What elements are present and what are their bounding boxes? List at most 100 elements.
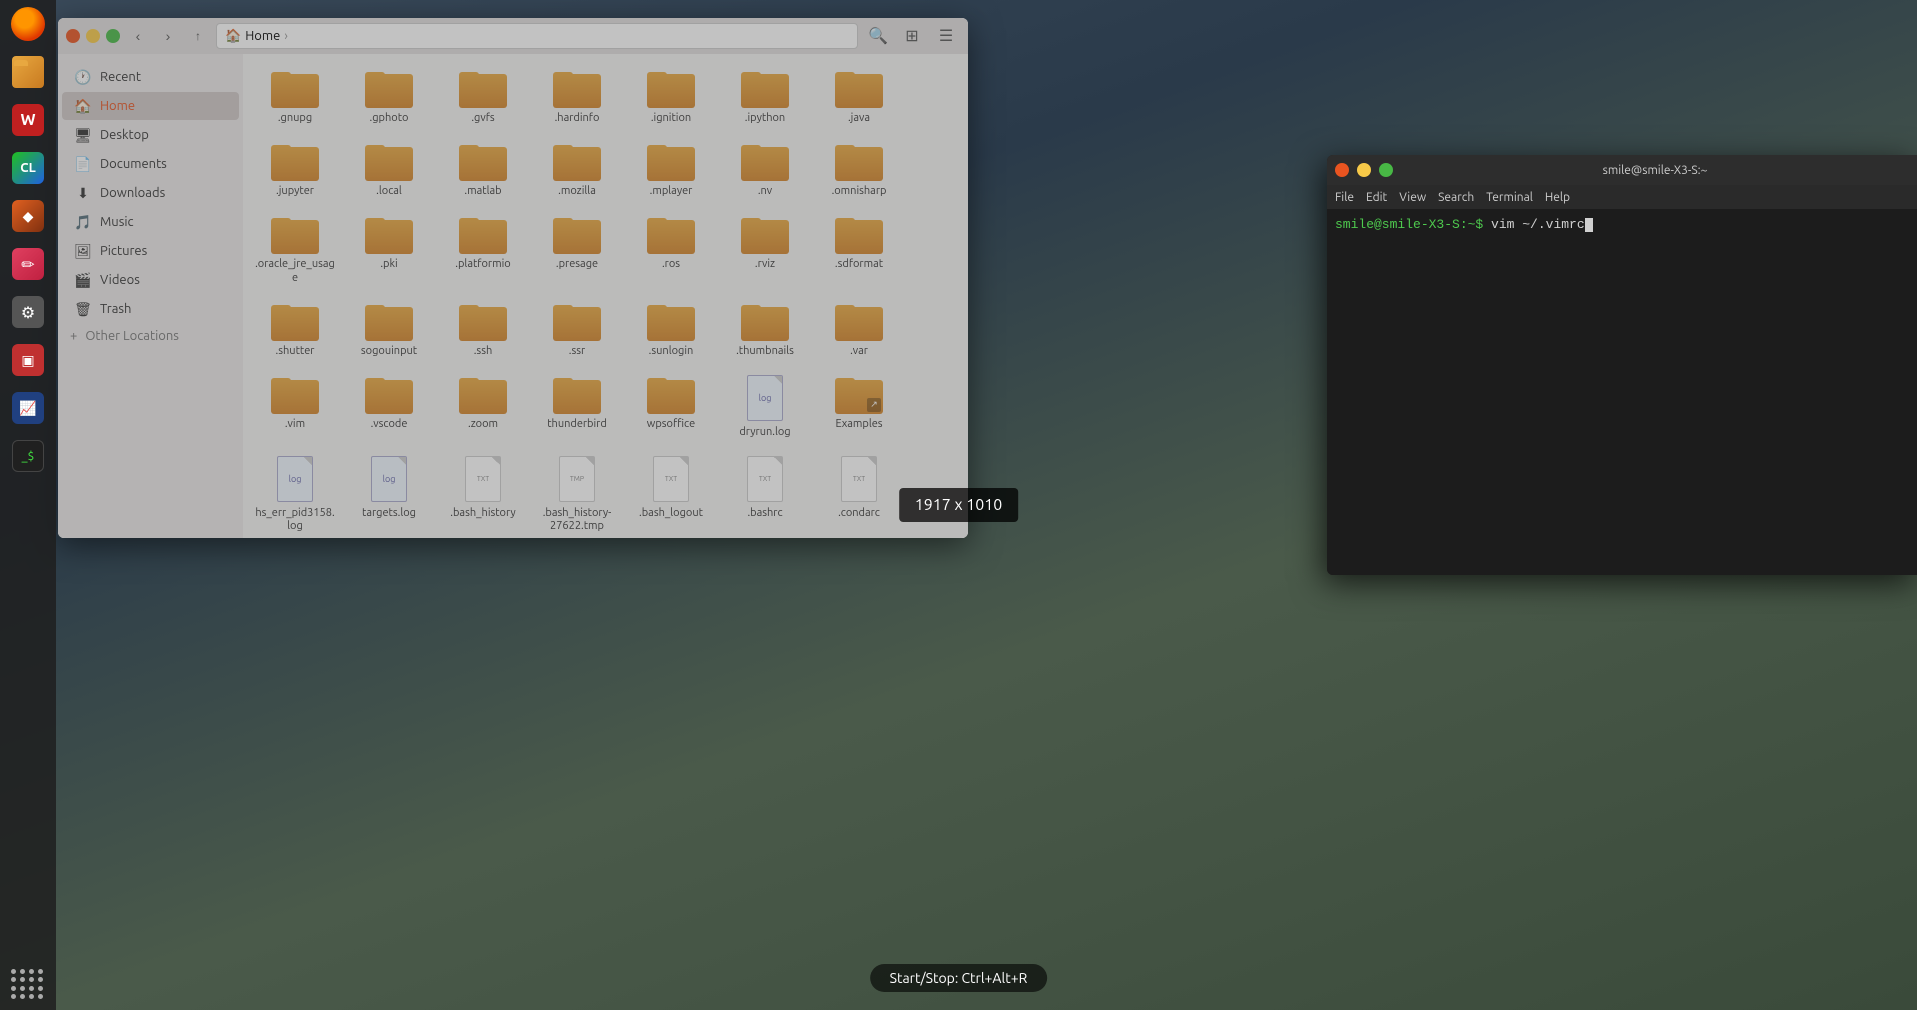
folder-nv-label: .nv	[758, 185, 772, 198]
folder-vim-label: .vim	[285, 418, 305, 431]
folder-hardinfo[interactable]: .hardinfo	[533, 62, 621, 131]
fm-maximize-button[interactable]	[106, 29, 120, 43]
folder-thumbnails[interactable]: .thumbnails	[721, 295, 809, 364]
sidebar-item-downloads[interactable]: ⬇ Downloads	[62, 179, 239, 207]
terminal-menu-view[interactable]: View	[1399, 191, 1426, 204]
folder-ipython[interactable]: .ipython	[721, 62, 809, 131]
sublime-icon[interactable]: ◆	[8, 196, 48, 236]
folder-gnupg[interactable]: .gnupg	[251, 62, 339, 131]
folder-mozilla[interactable]: .mozilla	[533, 135, 621, 204]
file-bash-history-tmp[interactable]: TMP .bash_history-27622.tmp	[533, 449, 621, 538]
folder-rviz[interactable]: .rviz	[721, 208, 809, 290]
file-condarc[interactable]: TXT .condarc	[815, 449, 903, 538]
folder-gphoto[interactable]: .gphoto	[345, 62, 433, 131]
fm-up-button[interactable]: ↑	[186, 24, 210, 48]
sidebar-item-music[interactable]: 🎵 Music	[62, 208, 239, 236]
sidebar-item-desktop[interactable]: 🖥 Desktop	[62, 121, 239, 149]
settings-icon[interactable]: ⚙	[8, 292, 48, 332]
fm-back-button[interactable]: ‹	[126, 24, 150, 48]
sidebar-other-locations[interactable]: + Other Locations	[58, 324, 243, 348]
sidebar-item-home[interactable]: 🏠 Home	[62, 92, 239, 120]
folder-thunderbird[interactable]: thunderbird	[533, 368, 621, 445]
terminal-window: smile@smile-X3-S:~ File Edit View Search…	[1327, 155, 1917, 575]
folder-vim[interactable]: .vim	[251, 368, 339, 445]
folder-sogouinput[interactable]: sogouinput	[345, 295, 433, 364]
sidebar-label-home: Home	[100, 99, 135, 113]
folder-java[interactable]: .java	[815, 62, 903, 131]
fm-search-button[interactable]: 🔍	[864, 22, 892, 50]
folder-local-label: .local	[376, 185, 402, 198]
file-hserr[interactable]: log hs_err_pid3158.log	[251, 449, 339, 538]
terminal-menu-terminal[interactable]: Terminal	[1486, 191, 1533, 204]
terminal-minimize-button[interactable]	[1357, 163, 1371, 177]
fm-menu-button[interactable]: ☰	[932, 22, 960, 50]
file-dryrun-log[interactable]: log dryrun.log	[721, 368, 809, 445]
unknown-app-icon[interactable]: ▣	[8, 340, 48, 380]
sidebar-label-recent: Recent	[100, 70, 141, 84]
folder-shutter[interactable]: .shutter	[251, 295, 339, 364]
folder-wpsoffice[interactable]: wpsoffice	[627, 368, 715, 445]
terminal-icon[interactable]: _$	[8, 436, 48, 476]
folder-mplayer[interactable]: .mplayer	[627, 135, 715, 204]
firefox-icon[interactable]	[8, 4, 48, 44]
file-bashrc-label: .bashrc	[747, 507, 782, 520]
folder-zoom[interactable]: .zoom	[439, 368, 527, 445]
sidebar-label-documents: Documents	[100, 157, 167, 171]
sidebar-item-pictures[interactable]: 🖼 Pictures	[62, 237, 239, 265]
system-monitor-icon[interactable]: 📈	[8, 388, 48, 428]
fm-view-button[interactable]: ⊞	[898, 22, 926, 50]
apps-grid-icon[interactable]	[12, 968, 44, 1000]
folder-java-label: .java	[848, 112, 870, 125]
fm-forward-button[interactable]: ›	[156, 24, 180, 48]
folder-matlab[interactable]: .matlab	[439, 135, 527, 204]
fm-location-bar[interactable]: 🏠 Home ›	[216, 23, 858, 49]
sidebar-item-recent[interactable]: 🕐 Recent	[62, 63, 239, 91]
folder-platformio[interactable]: .platformio	[439, 208, 527, 290]
terminal-body[interactable]: smile@smile-X3-S:~$ vim ~/.vimrc	[1327, 209, 1917, 575]
terminal-menu-help[interactable]: Help	[1545, 191, 1570, 204]
music-icon: 🎵	[74, 213, 92, 231]
folder-jupyter[interactable]: .jupyter	[251, 135, 339, 204]
fm-content[interactable]: .gnupg .gphoto .gvfs .hardinfo	[243, 54, 968, 538]
sidebar-item-videos[interactable]: 🎬 Videos	[62, 266, 239, 294]
folder-pki[interactable]: .pki	[345, 208, 433, 290]
folder-thunderbird-label: thunderbird	[547, 418, 607, 431]
terminal-menu-edit[interactable]: Edit	[1366, 191, 1387, 204]
sidebar-label-music: Music	[100, 215, 134, 229]
file-targets-log[interactable]: log targets.log	[345, 449, 433, 538]
sidebar-item-documents[interactable]: 📄 Documents	[62, 150, 239, 178]
folder-gvfs[interactable]: .gvfs	[439, 62, 527, 131]
folder-sunlogin[interactable]: .sunlogin	[627, 295, 715, 364]
file-bash-history[interactable]: TXT .bash_history	[439, 449, 527, 538]
fm-minimize-button[interactable]	[86, 29, 100, 43]
folder-oracle[interactable]: .oracle_jre_usage	[251, 208, 339, 290]
files-icon[interactable]	[8, 52, 48, 92]
folder-ros[interactable]: .ros	[627, 208, 715, 290]
folder-sdformat[interactable]: .sdformat	[815, 208, 903, 290]
folder-var[interactable]: .var	[815, 295, 903, 364]
sidebar-label-other-locations: Other Locations	[85, 329, 179, 343]
folder-nv[interactable]: .nv	[721, 135, 809, 204]
paint-icon[interactable]: ✏	[8, 244, 48, 284]
file-bash-logout[interactable]: TXT .bash_logout	[627, 449, 715, 538]
folder-ssr[interactable]: .ssr	[533, 295, 621, 364]
file-bashrc[interactable]: TXT .bashrc	[721, 449, 809, 538]
terminal-menu-file[interactable]: File	[1335, 191, 1354, 204]
folder-examples[interactable]: ↗ Examples	[815, 368, 903, 445]
folder-vscode[interactable]: .vscode	[345, 368, 433, 445]
folder-ssh[interactable]: .ssh	[439, 295, 527, 364]
sidebar-item-trash[interactable]: 🗑 Trash	[62, 295, 239, 323]
folder-local[interactable]: .local	[345, 135, 433, 204]
folder-ignition[interactable]: .ignition	[627, 62, 715, 131]
clion-icon[interactable]: CL	[8, 148, 48, 188]
folder-omnisharp[interactable]: .omnisharp	[815, 135, 903, 204]
wps-icon[interactable]: W	[8, 100, 48, 140]
fm-close-button[interactable]	[66, 29, 80, 43]
folder-presage[interactable]: .presage	[533, 208, 621, 290]
terminal-maximize-button[interactable]	[1379, 163, 1393, 177]
sidebar-label-videos: Videos	[100, 273, 140, 287]
terminal-close-button[interactable]	[1335, 163, 1349, 177]
terminal-menu-search[interactable]: Search	[1438, 191, 1474, 204]
folder-ros-label: .ros	[662, 258, 680, 271]
folder-ignition-label: .ignition	[651, 112, 691, 125]
